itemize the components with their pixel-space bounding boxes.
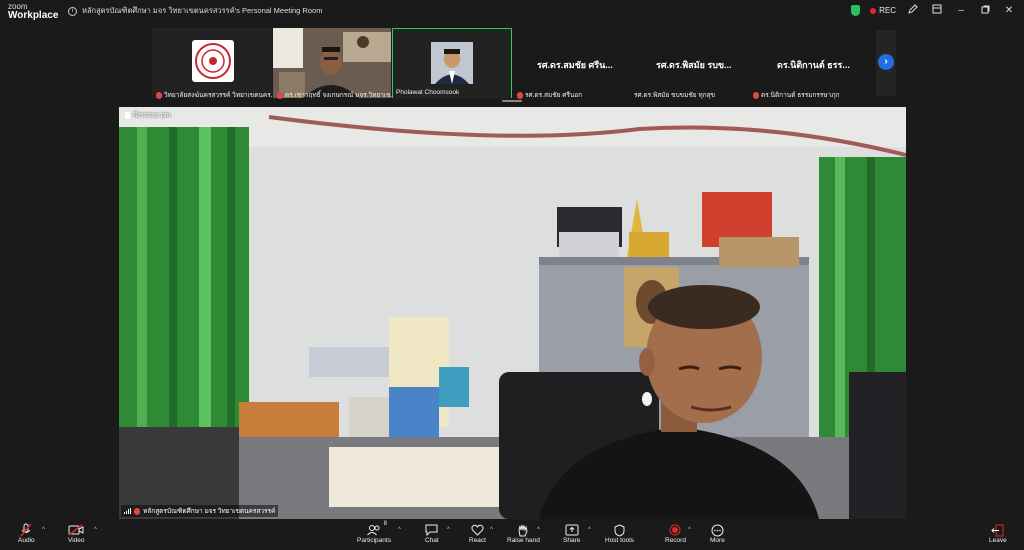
participants-options-caret[interactable]: ^ bbox=[398, 527, 401, 533]
audio-options-caret[interactable]: ^ bbox=[42, 527, 45, 533]
react-icon bbox=[471, 523, 484, 537]
share-label: Share bbox=[563, 537, 581, 544]
video-label: Video bbox=[68, 537, 85, 544]
main-video[interactable]: Remove pin หลักสูตรบัณฑิตศึกษา มจร วิทยา… bbox=[119, 107, 906, 519]
title-controls: REC – ✕ bbox=[851, 4, 1016, 17]
participant-name-bar: รศ.ดร.สมชัย ศรีนอก bbox=[517, 90, 582, 100]
react-button[interactable]: React bbox=[469, 523, 486, 544]
chat-options-caret[interactable]: ^ bbox=[447, 527, 450, 533]
mic-off-icon bbox=[134, 507, 140, 515]
leave-button[interactable]: Leave bbox=[989, 523, 1007, 544]
strip-resize-handle[interactable] bbox=[502, 100, 522, 102]
recording-indicator[interactable]: REC bbox=[870, 6, 896, 15]
participants-count: 8 bbox=[383, 521, 387, 527]
minimize-icon[interactable]: – bbox=[954, 5, 968, 16]
mic-off-icon bbox=[20, 523, 32, 537]
participant-logo bbox=[152, 28, 272, 98]
speaker-name-bar: หลักสูตรบัณฑิตศึกษา มจร วิทยาเขตนครสวรรค… bbox=[121, 505, 279, 517]
chat-button[interactable]: Chat bbox=[425, 523, 439, 544]
record-dot-icon bbox=[870, 7, 877, 14]
mic-off-icon bbox=[517, 91, 523, 99]
signal-strength-icon bbox=[124, 508, 131, 514]
participant-name-bar: ดร.เชาวฤทธิ์ จงเกษกรณ์ มจร.วิทยาเข... bbox=[277, 90, 396, 100]
zoom-logo: zoom Workplace bbox=[8, 2, 59, 21]
host-tools-label: Host tools bbox=[605, 537, 634, 544]
react-options-caret[interactable]: ^ bbox=[490, 527, 493, 533]
camera-off-icon bbox=[68, 523, 84, 537]
react-label: React bbox=[469, 537, 486, 544]
leave-icon bbox=[991, 523, 1005, 537]
record-button[interactable]: Record bbox=[665, 523, 686, 544]
raise-hand-options-caret[interactable]: ^ bbox=[537, 527, 540, 533]
rec-label: REC bbox=[879, 6, 896, 15]
participants-button[interactable]: 8 Participants bbox=[357, 521, 391, 544]
host-tools-button[interactable]: Host tools bbox=[605, 523, 634, 544]
participant-name-bar: วิทยาลัยสงฆ์นครสวรรค์ วิทยาเขตนคร... bbox=[156, 90, 276, 100]
participant-name: ดร.นิติกานต์ ธรรมกรรษาภุก bbox=[761, 92, 840, 99]
audio-label: Audio bbox=[18, 537, 35, 544]
grid-icon[interactable] bbox=[930, 4, 944, 17]
restore-icon[interactable] bbox=[978, 5, 992, 17]
participants-icon: 8 bbox=[367, 521, 387, 537]
mic-off-icon bbox=[753, 91, 759, 99]
more-button[interactable]: More bbox=[710, 523, 725, 544]
mic-off-icon bbox=[277, 91, 283, 99]
info-icon[interactable]: i bbox=[68, 6, 77, 16]
raise-hand-button[interactable]: Raise hand bbox=[507, 523, 540, 544]
share-button[interactable]: Share bbox=[563, 523, 580, 544]
participant-tile[interactable]: รศ.ดร.สมชัย ศรีน... รศ.ดร.สมชัย ศรีนอก bbox=[513, 28, 631, 100]
participant-display-name: ดร.นิติกานต์ ธรร... bbox=[777, 60, 850, 70]
participant-tile[interactable]: รศ.ดร.พิสมัย รบข... รศ.ดร.พิสมัย ขบขมชัย… bbox=[632, 28, 750, 100]
mic-off-icon bbox=[156, 91, 162, 99]
participant-tile-active[interactable]: Pholawat Choomsook bbox=[392, 28, 512, 99]
participant-name: ดร.เชาวฤทธิ์ จงเกษกรณ์ มจร.วิทยาเข... bbox=[285, 92, 396, 99]
chat-label: Chat bbox=[425, 537, 439, 544]
remove-pin-button[interactable]: Remove pin bbox=[125, 112, 170, 119]
shield-icon[interactable] bbox=[851, 5, 861, 16]
record-icon bbox=[669, 523, 681, 537]
record-options-caret[interactable]: ^ bbox=[688, 527, 691, 533]
participant-display-name: รศ.ดร.พิสมัย รบข... bbox=[656, 60, 732, 70]
participant-name-bar: Pholawat Choomsook bbox=[396, 89, 459, 96]
participant-name-bar: รศ.ดร.พิสมัย ขบขมชัย ทุกสุข bbox=[634, 90, 715, 100]
speaker-video-frame bbox=[119, 107, 906, 519]
close-icon[interactable]: ✕ bbox=[1002, 5, 1016, 16]
share-options-caret[interactable]: ^ bbox=[588, 527, 591, 533]
meeting-info[interactable]: i หลักสูตรบัณฑิตศึกษา มจร วิทยาเขตนครสวร… bbox=[68, 5, 322, 17]
next-page-button[interactable]: › bbox=[876, 30, 896, 96]
video-options-caret[interactable]: ^ bbox=[94, 527, 97, 533]
title-bar: zoom Workplace i หลักสูตรบัณฑิตศึกษา มจร… bbox=[0, 0, 1024, 22]
participant-name: รศ.ดร.พิสมัย ขบขมชัย ทุกสุข bbox=[634, 92, 716, 99]
speaker-name: หลักสูตรบัณฑิตศึกษา มจร วิทยาเขตนครสวรรค… bbox=[143, 508, 276, 515]
edit-icon[interactable] bbox=[906, 4, 920, 17]
record-label: Record bbox=[665, 537, 686, 544]
participants-label: Participants bbox=[357, 537, 391, 544]
participant-name: วิทยาลัยสงฆ์นครสวรรค์ วิทยาเขตนคร... bbox=[164, 92, 277, 99]
participant-name-bar: ดร.นิติกานต์ ธรรมกรรษาภุก bbox=[753, 90, 840, 100]
meeting-toolbar: Audio ^ Video ^ 8 Participants ^ Chat ^ … bbox=[0, 521, 1024, 550]
logo-line2: Workplace bbox=[8, 10, 59, 21]
participant-tile[interactable]: วิทยาลัยสงฆ์นครสวรรค์ วิทยาเขตนคร... bbox=[152, 28, 276, 99]
pin-icon bbox=[125, 112, 130, 119]
share-icon bbox=[565, 523, 579, 537]
participant-name: Pholawat Choomsook bbox=[396, 89, 460, 96]
chevron-right-icon[interactable]: › bbox=[878, 54, 894, 70]
participant-tile[interactable]: ดร.นิติกานต์ ธรร... ดร.นิติกานต์ ธรรมกรร… bbox=[751, 28, 873, 100]
more-icon bbox=[711, 523, 724, 537]
chat-icon bbox=[425, 523, 438, 537]
raise-hand-label: Raise hand bbox=[507, 537, 540, 544]
leave-label: Leave bbox=[989, 537, 1007, 544]
host-tools-icon bbox=[614, 523, 625, 537]
participant-display-name: รศ.ดร.สมชัย ศรีน... bbox=[537, 60, 613, 70]
participant-video bbox=[273, 28, 391, 98]
more-label: More bbox=[710, 537, 725, 544]
audio-button[interactable]: Audio bbox=[18, 523, 35, 544]
participant-tile[interactable]: ดร.เชาวฤทธิ์ จงเกษกรณ์ มจร.วิทยาเข... bbox=[273, 28, 396, 99]
video-button[interactable]: Video bbox=[68, 523, 85, 544]
participants-strip: วิทยาลัยสงฆ์นครสวรรค์ วิทยาเขตนคร... ดร.… bbox=[0, 22, 1024, 104]
raise-hand-icon bbox=[517, 523, 529, 537]
participant-name: รศ.ดร.สมชัย ศรีนอก bbox=[525, 92, 583, 99]
remove-pin-label: Remove pin bbox=[133, 112, 171, 119]
window-title: หลักสูตรบัณฑิตศึกษา มจร วิทยาเขตนครสวรรค… bbox=[82, 6, 323, 15]
